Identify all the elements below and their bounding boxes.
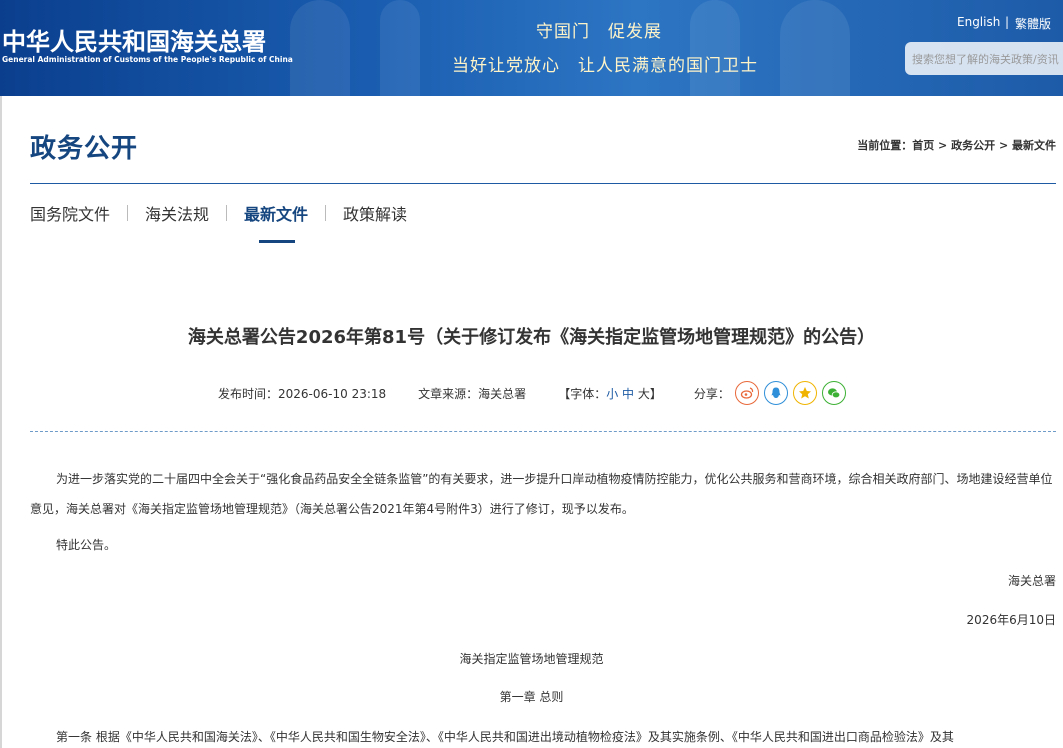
header-building-decoration xyxy=(690,0,740,96)
section-tabs: 国务院文件 海关法规 最新文件 政策解读 xyxy=(30,201,407,243)
article-clause-1: 第一条 根据《中华人民共和国海关法》、《中华人民共和国生物安全法》、《中华人民共… xyxy=(56,730,954,744)
article-source: 文章来源：海关总署 xyxy=(418,385,526,402)
tab-separator xyxy=(127,205,129,221)
tab-customs-regulations[interactable]: 海关法规 xyxy=(145,201,209,235)
article-title: 海关总署公告2026年第81号（关于修订发布《海关指定监管场地管理规范》的公告） xyxy=(187,327,876,348)
weibo-icon[interactable] xyxy=(734,381,759,405)
font-medium-button[interactable]: 中 xyxy=(622,387,634,401)
tab-latest-docs[interactable]: 最新文件 xyxy=(244,201,308,243)
traditional-chinese-link[interactable]: 繁體版 xyxy=(1015,15,1051,32)
tab-separator xyxy=(226,205,228,221)
font-size-label: 【字体： xyxy=(558,386,607,401)
lang-separator: | xyxy=(1005,15,1010,29)
breadcrumb-label: 当前位置： xyxy=(857,139,913,152)
signature-org: 海关总署 xyxy=(1007,574,1056,588)
english-link[interactable]: English xyxy=(957,15,1000,29)
slogan-line1: 守国门 促发展 xyxy=(536,22,662,42)
font-size-control: 【字体：小 中 大】 xyxy=(558,385,662,402)
breadcrumb-current[interactable]: 最新文件 xyxy=(1012,139,1056,152)
article-paragraph-2: 特此公告。 xyxy=(56,538,117,552)
meta-divider xyxy=(30,431,1056,432)
header-building-decoration xyxy=(380,0,420,96)
breadcrumb-separator: > xyxy=(934,139,952,152)
publish-time-label: 发布时间： xyxy=(218,386,279,401)
wechat-icon[interactable] xyxy=(821,381,846,405)
tab-policy-interpretation[interactable]: 政策解读 xyxy=(343,201,407,235)
font-large-button[interactable]: 大 xyxy=(638,387,650,401)
source-value: 海关总署 xyxy=(478,386,527,401)
slogan-line2: 当好让党放心 让人民满意的国门卫士 xyxy=(452,56,758,76)
document-title: 海关指定监管场地管理规范 xyxy=(459,652,604,666)
site-logo-cn[interactable]: 中华人民共和国海关总署 xyxy=(2,22,266,57)
article-paragraph-1: 为进一步落实党的二十届四中全会关于“强化食品药品安全全链条监管”的有关要求，进一… xyxy=(30,472,1053,516)
site-logo-en: General Administration of Customs of the… xyxy=(2,55,293,64)
font-size-label-close: 】 xyxy=(649,386,662,401)
article-meta: 发布时间：2026-06-10 23:18 文章来源：海关总署 【字体：小 中 … xyxy=(218,381,846,405)
qzone-icon[interactable] xyxy=(792,381,817,405)
share-label: 分享： xyxy=(693,386,730,401)
site-header: 中华人民共和国海关总署 General Administration of Cu… xyxy=(0,0,1063,96)
breadcrumb-section[interactable]: 政务公开 xyxy=(951,139,995,152)
publish-time: 发布时间：2026-06-10 23:18 xyxy=(218,385,386,402)
breadcrumb-home[interactable]: 首页 xyxy=(912,139,934,152)
qq-icon[interactable] xyxy=(763,381,788,405)
header-building-decoration xyxy=(780,0,850,96)
section-title: 政务公开 xyxy=(30,134,139,164)
search-input[interactable]: 搜索您想了解的海关政策/资讯 xyxy=(905,42,1063,75)
header-building-decoration xyxy=(290,0,350,96)
chapter-heading: 第一章 总则 xyxy=(499,690,564,704)
breadcrumb: 当前位置：首页 > 政务公开 > 最新文件 xyxy=(857,137,1056,153)
publish-time-value: 2026-06-10 23:18 xyxy=(278,386,387,401)
tab-separator xyxy=(325,205,327,221)
font-small-button[interactable]: 小 xyxy=(606,387,618,401)
tab-state-council-docs[interactable]: 国务院文件 xyxy=(30,201,110,235)
breadcrumb-separator: > xyxy=(995,139,1012,152)
source-label: 文章来源： xyxy=(418,386,479,401)
section-divider xyxy=(30,183,1056,184)
signature-date: 2026年6月10日 xyxy=(966,613,1056,627)
